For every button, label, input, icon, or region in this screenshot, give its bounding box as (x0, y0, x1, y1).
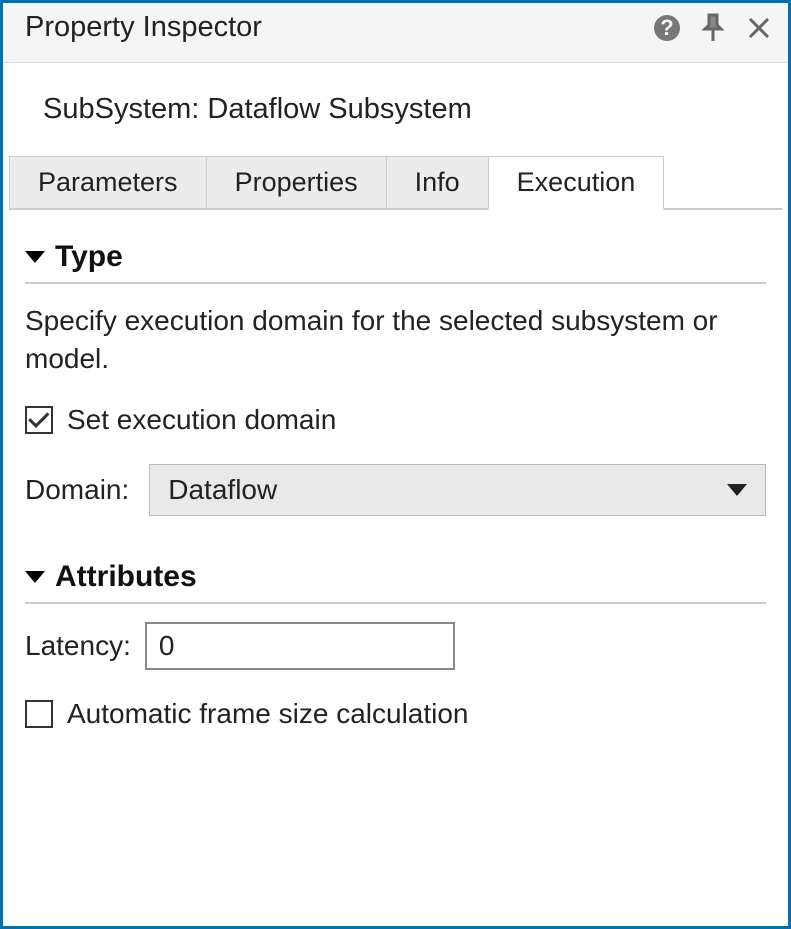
subsystem-path: SubSystem: Dataflow Subsystem (3, 63, 788, 156)
auto-frame-size-label: Automatic frame size calculation (67, 698, 469, 730)
domain-label: Domain: (25, 474, 129, 506)
section-title-attributes: Attributes (55, 560, 197, 594)
latency-input[interactable] (145, 622, 455, 670)
property-inspector-panel: Property Inspector ? SubSystem: Da (0, 0, 791, 929)
caret-down-icon (25, 571, 45, 583)
domain-selected-value: Dataflow (168, 474, 277, 506)
titlebar-icons: ? (652, 13, 774, 43)
set-execution-domain-label: Set execution domain (67, 404, 336, 436)
type-description: Specify execution domain for the selecte… (25, 302, 766, 378)
latency-row: Latency: (25, 622, 766, 670)
tab-info[interactable]: Info (386, 156, 489, 208)
auto-frame-size-checkbox[interactable] (25, 700, 53, 728)
svg-text:?: ? (660, 15, 673, 40)
domain-row: Domain: Dataflow (25, 464, 766, 516)
close-icon[interactable] (744, 13, 774, 43)
auto-frame-size-row: Automatic frame size calculation (25, 698, 766, 730)
tab-content: Type Specify execution domain for the se… (3, 210, 788, 926)
section-header-attributes[interactable]: Attributes (25, 560, 766, 604)
tab-properties[interactable]: Properties (206, 156, 387, 208)
pin-icon[interactable] (698, 13, 728, 43)
section-title-type: Type (55, 240, 123, 274)
tab-bar: Parameters Properties Info Execution (9, 156, 782, 210)
help-icon[interactable]: ? (652, 13, 682, 43)
domain-dropdown[interactable]: Dataflow (149, 464, 766, 516)
panel-title: Property Inspector (25, 11, 652, 44)
set-execution-domain-row: Set execution domain (25, 404, 766, 436)
tab-execution[interactable]: Execution (488, 156, 665, 210)
caret-down-icon (25, 251, 45, 263)
set-execution-domain-checkbox[interactable] (25, 406, 53, 434)
titlebar: Property Inspector ? (3, 3, 788, 63)
section-header-type[interactable]: Type (25, 240, 766, 284)
chevron-down-icon (727, 484, 747, 496)
tab-parameters[interactable]: Parameters (9, 156, 207, 208)
latency-label: Latency: (25, 630, 131, 662)
